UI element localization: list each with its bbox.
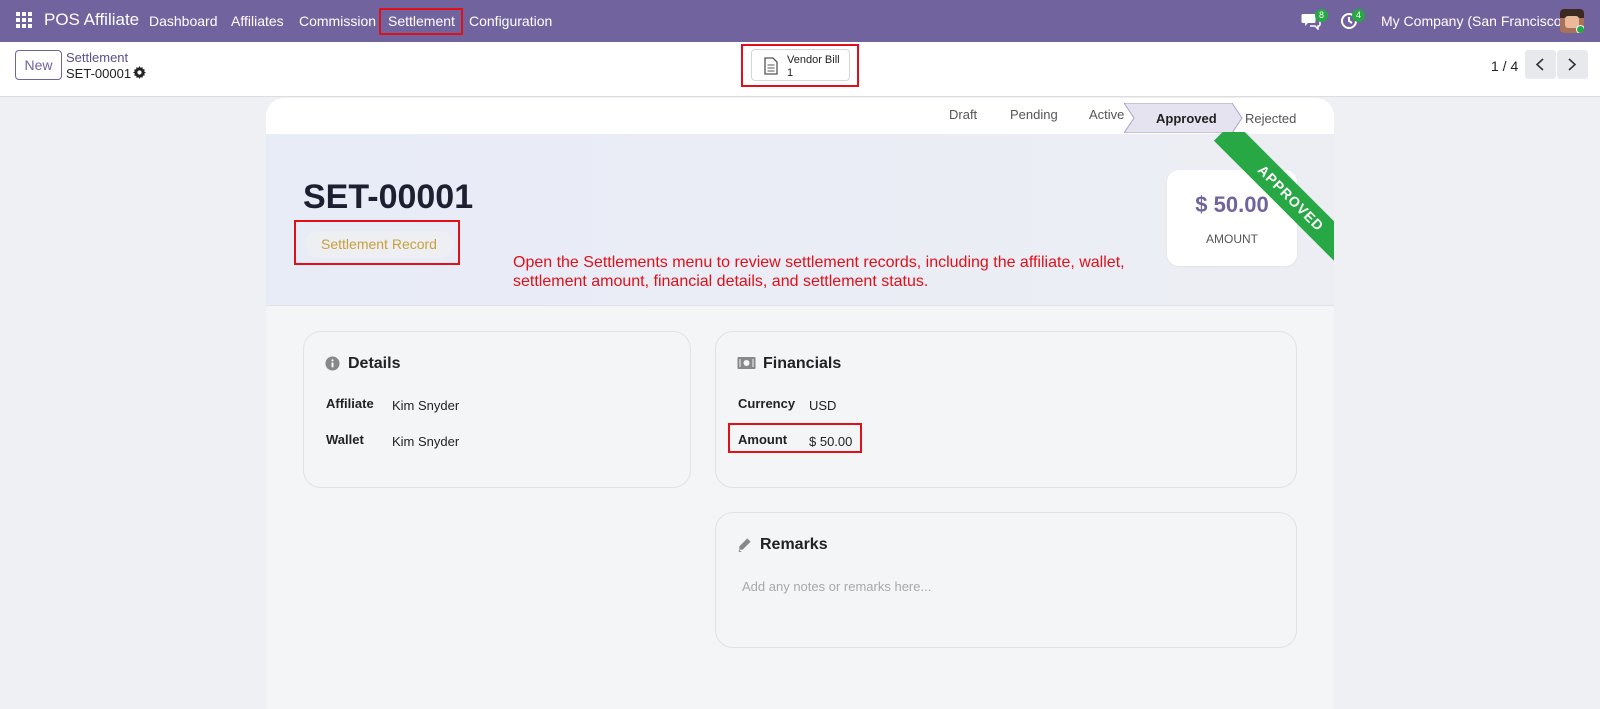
activity-badge: 4 (1352, 9, 1365, 22)
chevron-left-icon (1535, 58, 1544, 71)
stage-pending[interactable]: Pending (1010, 107, 1058, 122)
form-sheet: Draft Pending Active Approved Rejected S… (266, 98, 1334, 709)
money-icon (737, 357, 756, 369)
remarks-input[interactable]: Add any notes or remarks here... (742, 579, 931, 594)
messages-badge: 8 (1315, 9, 1328, 22)
user-avatar[interactable] (1560, 9, 1584, 33)
stage-active[interactable]: Active (1089, 107, 1124, 122)
menu-commission[interactable]: Commission (299, 13, 376, 29)
info-icon (325, 356, 340, 371)
stage-draft[interactable]: Draft (949, 107, 977, 122)
currency-field[interactable]: USD (809, 398, 836, 413)
pager-next-button[interactable] (1557, 50, 1588, 79)
company-switcher[interactable]: My Company (San Francisco) (1381, 13, 1566, 29)
new-button[interactable]: New (15, 50, 62, 80)
ribbon-label: APPROVED (1213, 132, 1334, 272)
control-panel: New Settlement SET-00001 Vendor Bill 1 1… (0, 42, 1600, 97)
amount-highlight (728, 423, 862, 453)
breadcrumb-parent[interactable]: Settlement (66, 50, 128, 65)
activity-button[interactable]: 4 (1340, 9, 1365, 32)
financials-title: Financials (763, 355, 842, 372)
menu-dashboard[interactable]: Dashboard (149, 13, 218, 29)
stage-rejected[interactable]: Rejected (1245, 111, 1296, 126)
apps-menu-icon[interactable] (16, 12, 32, 28)
vendor-bill-label: Vendor Bill (787, 54, 840, 66)
vendor-bill-smart-button[interactable]: Vendor Bill 1 (751, 49, 850, 81)
remarks-title: Remarks (760, 536, 828, 553)
menu-configuration[interactable]: Configuration (469, 13, 552, 29)
record-tag: Settlement Record (305, 231, 453, 258)
wallet-field[interactable]: Kim Snyder (392, 434, 459, 449)
messages-button[interactable]: 8 (1301, 9, 1328, 32)
wallet-label: Wallet (326, 432, 364, 447)
menu-affiliates[interactable]: Affiliates (231, 13, 284, 29)
vendor-bill-count: 1 (787, 67, 794, 79)
chevron-right-icon (1568, 58, 1577, 71)
details-card: Details Affiliate Kim Snyder Wallet Kim … (303, 331, 691, 488)
financials-card: Financials Currency USD Amount $ 50.00 (715, 331, 1297, 488)
status-ribbon: APPROVED (1174, 132, 1334, 272)
stage-approved[interactable]: Approved (1156, 111, 1217, 126)
breadcrumb-current: SET-00001 (66, 66, 132, 81)
pencil-icon (738, 538, 751, 552)
online-status-icon (1576, 25, 1584, 33)
menu-settlement-highlight (379, 8, 463, 35)
status-bar: Draft Pending Active Approved Rejected (266, 98, 1334, 134)
pager-previous-button[interactable] (1525, 50, 1556, 79)
currency-label: Currency (738, 396, 796, 411)
record-title: SET-00001 (303, 178, 474, 216)
affiliate-label: Affiliate (326, 396, 374, 411)
app-brand[interactable]: POS Affiliate (44, 10, 139, 30)
gear-icon[interactable] (133, 66, 146, 79)
top-navbar: POS Affiliate Dashboard Affiliates Commi… (0, 0, 1600, 42)
affiliate-field[interactable]: Kim Snyder (392, 398, 459, 413)
pager-value[interactable]: 1 / 4 (1491, 58, 1518, 74)
remarks-card: Remarks Add any notes or remarks here... (715, 512, 1297, 648)
details-title: Details (348, 355, 401, 372)
document-icon (764, 57, 778, 75)
annotation-text: Open the Settlements menu to review sett… (513, 254, 1125, 290)
